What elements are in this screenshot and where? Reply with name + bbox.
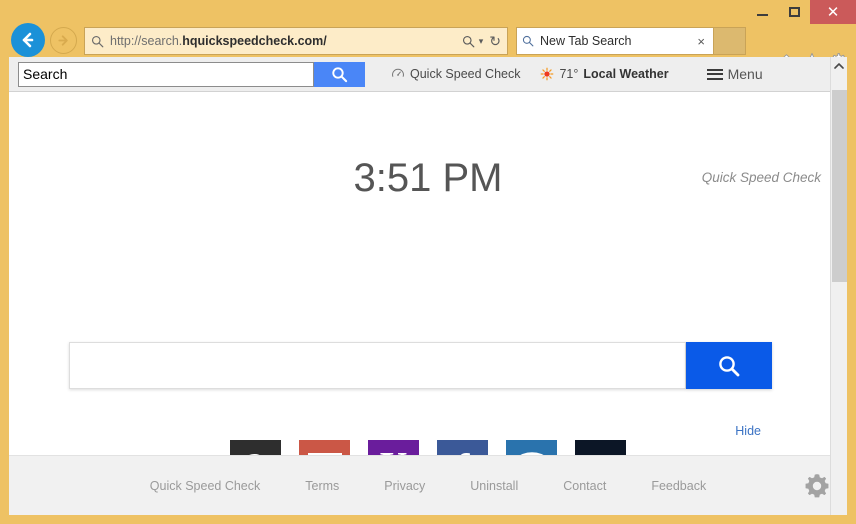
maximize-button[interactable] [778,0,810,24]
new-tab-button[interactable] [714,27,746,55]
chevron-down-icon[interactable]: ▾ [479,36,484,47]
minimize-button[interactable] [746,0,778,24]
close-button[interactable]: ✕ [810,0,856,24]
search-icon [91,35,104,48]
toolbar-menu-label: Menu [728,66,763,82]
toolbar-quick-speed-check[interactable]: Quick Speed Check [391,67,520,81]
address-bar[interactable]: http://search.hquickspeedcheck.com/ ▾ ↻ [84,27,508,55]
scrollbar-thumb[interactable] [832,90,847,282]
hide-shortcuts-link[interactable]: Hide [735,424,761,438]
tab-favicon-search-icon [522,35,534,47]
sun-icon [540,67,554,81]
tab-title: New Tab Search [540,34,694,48]
toolbar-speed-check-label: Quick Speed Check [410,67,520,81]
tab-strip: New Tab Search × [516,27,746,55]
search-icon [331,66,348,83]
forward-arrow-icon [56,33,71,48]
main-search-button[interactable] [686,342,772,389]
search-icon [717,354,741,378]
footer-settings-button[interactable] [803,472,831,505]
main-search-input[interactable] [69,342,686,389]
toolbar-weather-temp: 71° [559,67,578,81]
settings-gear-icon [803,472,831,500]
scrollbar-up-button[interactable] [831,57,847,74]
page-viewport: Quick Speed Check 71° Local Weather [9,57,847,515]
page-footer: Quick Speed Check Terms Privacy Uninstal… [9,455,847,515]
main-search-group [69,342,772,389]
page-brand-label: Quick Speed Check [702,170,821,185]
footer-link-feedback[interactable]: Feedback [651,479,706,493]
tab-new-tab-search[interactable]: New Tab Search × [516,27,714,55]
footer-link-quick-speed-check[interactable]: Quick Speed Check [150,479,260,493]
back-button[interactable] [11,23,45,57]
toolbar-menu-button[interactable]: Menu [707,66,763,82]
extension-toolbar: Quick Speed Check 71° Local Weather [9,57,847,92]
refresh-icon[interactable]: ↻ [489,33,501,50]
footer-link-uninstall[interactable]: Uninstall [470,479,518,493]
address-url: http://search.hquickspeedcheck.com/ [110,34,462,48]
window-controls: ✕ [746,0,856,24]
toolbar-search-group [18,62,365,87]
chevron-up-icon [834,62,844,70]
back-arrow-icon [19,31,37,49]
tab-close-icon[interactable]: × [694,34,708,49]
page-scrollbar[interactable] [830,57,847,515]
navigation-row: http://search.hquickspeedcheck.com/ ▾ ↻ … [0,24,856,58]
address-bar-icons: ▾ ↻ [462,33,501,50]
footer-link-privacy[interactable]: Privacy [384,479,425,493]
toolbar-weather-label: Local Weather [583,67,668,81]
address-search-icon[interactable] [462,35,475,48]
toolbar-search-button[interactable] [314,62,365,87]
browser-window: ✕ http://search.hquickspeedcheck.com/ [0,0,856,524]
speedometer-icon [391,67,405,81]
title-bar: ✕ [0,0,856,24]
hamburger-icon [707,69,723,80]
forward-button[interactable] [50,27,77,54]
url-prefix: http://search. [110,34,182,48]
toolbar-local-weather[interactable]: 71° Local Weather [540,67,668,81]
url-domain: hquickspeedcheck.com/ [182,34,327,48]
footer-link-terms[interactable]: Terms [305,479,339,493]
footer-link-contact[interactable]: Contact [563,479,606,493]
toolbar-search-input[interactable] [18,62,314,87]
page-content: 3:51 PM Quick Speed Check Hide a [9,92,847,515]
window-frame-bottom [0,515,856,524]
